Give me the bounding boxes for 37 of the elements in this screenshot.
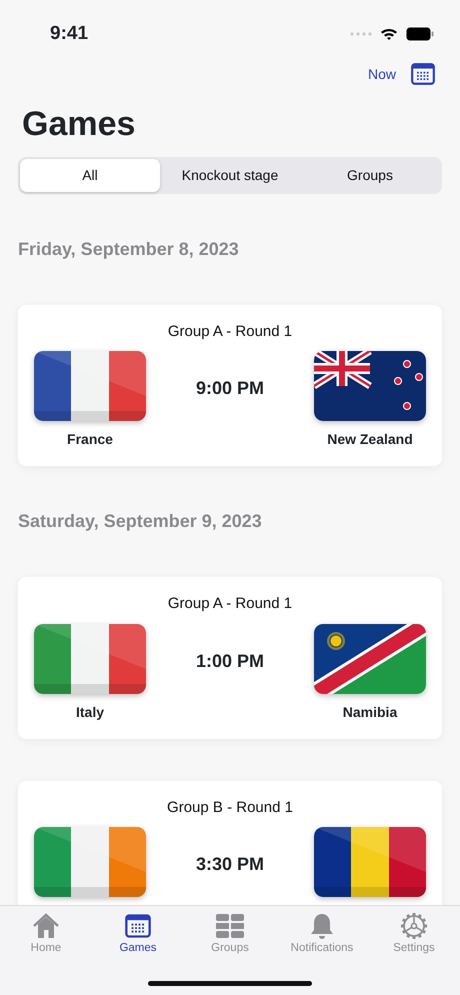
flag-icon: [314, 624, 426, 694]
settings-icon: [400, 912, 428, 940]
segment-tab[interactable]: Groups: [300, 158, 440, 192]
flag-icon: [34, 827, 146, 898]
calendar-icon: [124, 912, 152, 940]
game-card[interactable]: Group B - Round 1 3:30 PM: [18, 780, 442, 905]
wifi-icon: [380, 27, 398, 41]
status-time: 9:41: [50, 22, 88, 46]
kickoff-time: 1:00 PM: [196, 650, 264, 673]
flag-icon: [314, 827, 426, 898]
page-title: Games: [22, 104, 136, 145]
flag-icon: [314, 351, 426, 422]
round-label: Group A - Round 1: [166, 322, 294, 342]
now-link[interactable]: Now: [368, 64, 396, 84]
flag-icon: [34, 351, 146, 422]
team-name: Namibia: [342, 702, 398, 722]
flag-icon: [34, 624, 146, 694]
grid-icon: [215, 912, 245, 940]
team-name: Italy: [76, 702, 104, 722]
segment-tab[interactable]: All: [20, 158, 160, 192]
signal-icon: [350, 31, 372, 37]
date-heading: Friday, September 8, 2023: [18, 238, 240, 261]
segment-tab[interactable]: Knockout stage: [160, 158, 300, 192]
calendar-icon[interactable]: [410, 61, 436, 87]
round-label: Group A - Round 1: [166, 594, 294, 614]
tab-bar-item[interactable]: Games: [92, 906, 184, 958]
game-card[interactable]: Group A - Round 1 Italy 1:00 PM Namibia: [18, 577, 442, 739]
date-heading: Saturday, September 9, 2023: [18, 510, 263, 534]
team-name: France: [67, 430, 113, 450]
game-card[interactable]: Group A - Round 1 France 9:00 PM New Zealand: [18, 304, 442, 466]
bell-icon: [308, 912, 336, 940]
team-name: New Zealand: [327, 430, 413, 450]
kickoff-time: 3:30 PM: [196, 853, 264, 876]
battery-icon: [406, 27, 434, 41]
kickoff-time: 9:00 PM: [196, 377, 264, 400]
round-label: Group B - Round 1: [166, 798, 294, 818]
home-icon: [32, 912, 60, 940]
